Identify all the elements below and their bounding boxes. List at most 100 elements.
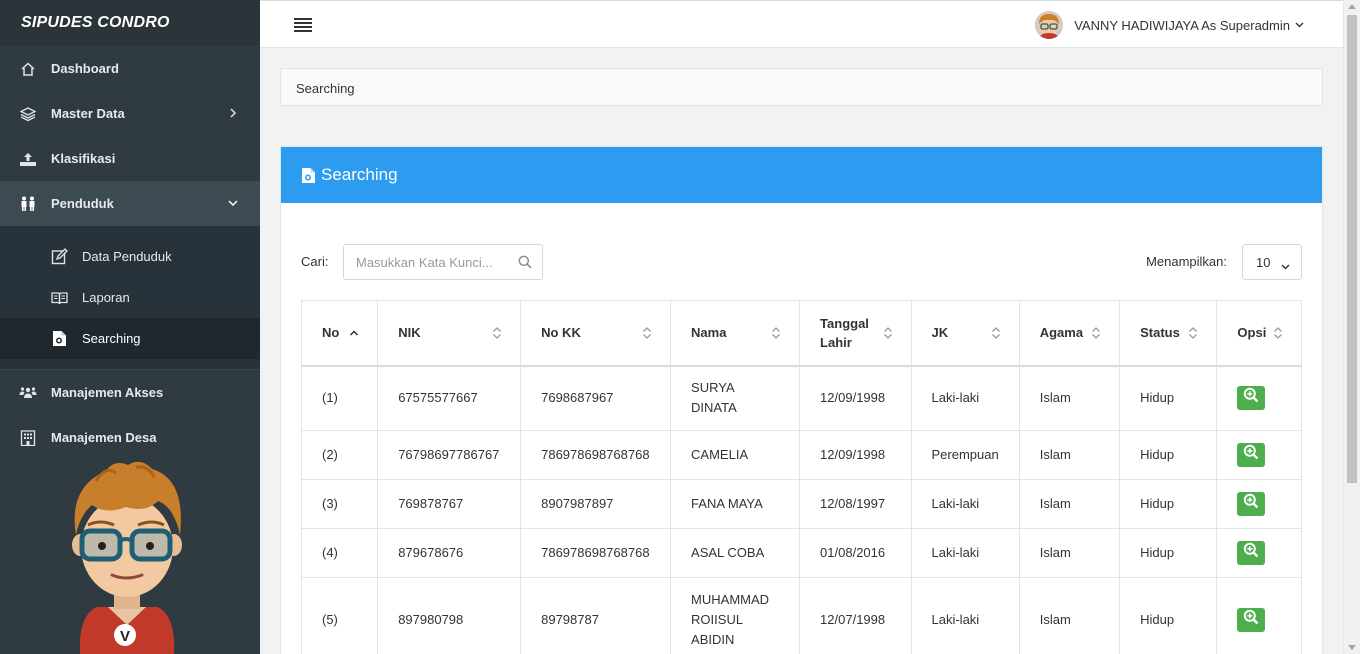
column-header-no[interactable]: No (300, 300, 379, 367)
hamburger-menu-icon[interactable] (294, 17, 312, 33)
cell-agama: Islam (1018, 479, 1121, 529)
zoom-button[interactable] (1237, 386, 1266, 411)
layers-icon (19, 105, 37, 123)
page-size-value: 10 (1256, 255, 1271, 270)
zoom-in-icon (1243, 493, 1259, 515)
column-header-nik[interactable]: NIK (377, 300, 522, 367)
sidebar-item-master-data[interactable]: Master Data (0, 91, 260, 136)
scrollbar-thumb[interactable] (1347, 15, 1357, 483)
cell-agama: Islam (1018, 430, 1121, 480)
sort-icon (1091, 326, 1101, 340)
table-header-row: No NIK No KK Nama Tanggal Lahir JK Agama… (300, 300, 1302, 367)
cell-nama: CAMELIA (670, 430, 801, 480)
scroll-up-icon[interactable] (1348, 4, 1356, 9)
page-scrollbar[interactable] (1343, 0, 1360, 654)
table-row: (1) 67575577667 7698687967 SURYA DINATA … (300, 365, 1302, 431)
zoom-in-icon (1243, 444, 1259, 466)
sort-icon (642, 326, 652, 340)
submenu-penduduk: Data Penduduk Laporan Searching (0, 226, 260, 369)
edit-icon (51, 248, 68, 265)
cell-opsi (1216, 365, 1302, 431)
sort-icon (1188, 326, 1198, 340)
search-box (343, 244, 543, 280)
table-row: (2) 76798697786767 786978698768768 CAMEL… (300, 430, 1302, 480)
top-header: VANNY HADIWIJAYA As Superadmin (260, 0, 1343, 48)
cell-nik: 769878767 (377, 479, 522, 529)
sidebar-item-data-penduduk[interactable]: Data Penduduk (0, 236, 260, 277)
page-size-select[interactable]: 10 (1242, 244, 1302, 280)
brand-logo[interactable]: SIPUDES CONDRO (0, 0, 260, 46)
cell-status: Hidup (1119, 528, 1218, 578)
cell-nik: 76798697786767 (377, 430, 522, 480)
cell-jk: Laki-laki (910, 528, 1020, 578)
search-icon[interactable] (518, 255, 532, 269)
mascot-illustration: V (66, 457, 188, 654)
file-search-icon (301, 167, 317, 183)
cell-no-kk: 7698687967 (520, 365, 672, 431)
sidebar-item-manajemen-akses[interactable]: Manajemen Akses (0, 370, 260, 415)
home-icon (19, 60, 37, 78)
zoom-button[interactable] (1237, 492, 1266, 516)
upload-icon (19, 150, 37, 168)
chevron-down-icon (226, 196, 240, 210)
book-icon (51, 289, 68, 306)
zoom-button[interactable] (1237, 541, 1266, 565)
search-label: Cari: (301, 254, 329, 269)
cell-no-kk: 89798787 (520, 577, 672, 654)
cell-no-kk: 8907987897 (520, 479, 672, 529)
cell-agama: Islam (1018, 577, 1121, 654)
zoom-button[interactable] (1237, 443, 1266, 467)
search-input[interactable] (344, 245, 504, 279)
cell-tanggal-lahir: 12/08/1997 (799, 479, 912, 529)
cell-nama: ASAL COBA (670, 528, 801, 578)
column-header-status[interactable]: Status (1119, 300, 1218, 367)
column-header-nama[interactable]: Nama (670, 300, 801, 367)
sidebar-item-manajemen-desa[interactable]: Manajemen Desa (0, 415, 260, 460)
sort-icon (771, 326, 781, 340)
sidebar-item-label: Klasifikasi (51, 151, 116, 166)
column-header-agama[interactable]: Agama (1018, 300, 1121, 367)
cell-nik: 897980798 (377, 577, 522, 654)
column-header-no-kk[interactable]: No KK (520, 300, 672, 367)
scroll-down-icon[interactable] (1348, 645, 1356, 650)
cell-no: (5) (300, 577, 379, 654)
cell-no: (3) (300, 479, 379, 529)
table-row: (5) 897980798 89798787 MUHAMMAD ROIISUL … (300, 577, 1302, 654)
cell-no: (4) (300, 528, 379, 578)
user-name: VANNY HADIWIJAYA As Superadmin (1074, 17, 1290, 33)
cell-opsi (1216, 479, 1302, 529)
cell-nama: MUHAMMAD ROIISUL ABIDIN (670, 577, 801, 654)
cell-no-kk: 786978698768768 (520, 430, 672, 480)
table-row: (4) 879678676 786978698768768 ASAL COBA … (300, 528, 1302, 578)
chevron-right-icon (226, 106, 240, 120)
building-icon (19, 429, 37, 447)
sidebar-item-label: Master Data (51, 106, 125, 121)
zoom-in-icon (1243, 609, 1259, 631)
cell-tanggal-lahir: 12/09/1998 (799, 430, 912, 480)
cell-status: Hidup (1119, 430, 1218, 480)
sidebar-item-label: Searching (82, 331, 141, 346)
column-header-tanggal-lahir[interactable]: Tanggal Lahir (799, 300, 912, 367)
zoom-button[interactable] (1237, 607, 1266, 632)
sidebar-item-searching[interactable]: Searching (0, 318, 260, 359)
cell-no-kk: 786978698768768 (520, 528, 672, 578)
zoom-in-icon (1243, 542, 1259, 564)
column-header-jk[interactable]: JK (910, 300, 1020, 367)
cell-opsi (1216, 577, 1302, 654)
svg-text:V: V (120, 628, 130, 645)
cell-nik: 879678676 (377, 528, 522, 578)
cell-jk: Laki-laki (910, 365, 1020, 431)
sidebar-item-penduduk[interactable]: Penduduk (0, 181, 260, 226)
sidebar-item-label: Penduduk (51, 196, 114, 211)
sidebar-item-laporan[interactable]: Laporan (0, 277, 260, 318)
sort-asc-icon (349, 326, 359, 340)
file-search-icon (51, 330, 68, 347)
sort-icon (1273, 326, 1283, 340)
sidebar-item-klasifikasi[interactable]: Klasifikasi (0, 136, 260, 181)
people-icon (19, 195, 37, 213)
user-menu[interactable]: VANNY HADIWIJAYA As Superadmin (1035, 11, 1305, 39)
table-row: (3) 769878767 8907987897 FANA MAYA 12/08… (300, 479, 1302, 529)
sort-icon (991, 326, 1001, 340)
sidebar-item-dashboard[interactable]: Dashboard (0, 46, 260, 91)
column-header-opsi[interactable]: Opsi (1216, 300, 1302, 367)
